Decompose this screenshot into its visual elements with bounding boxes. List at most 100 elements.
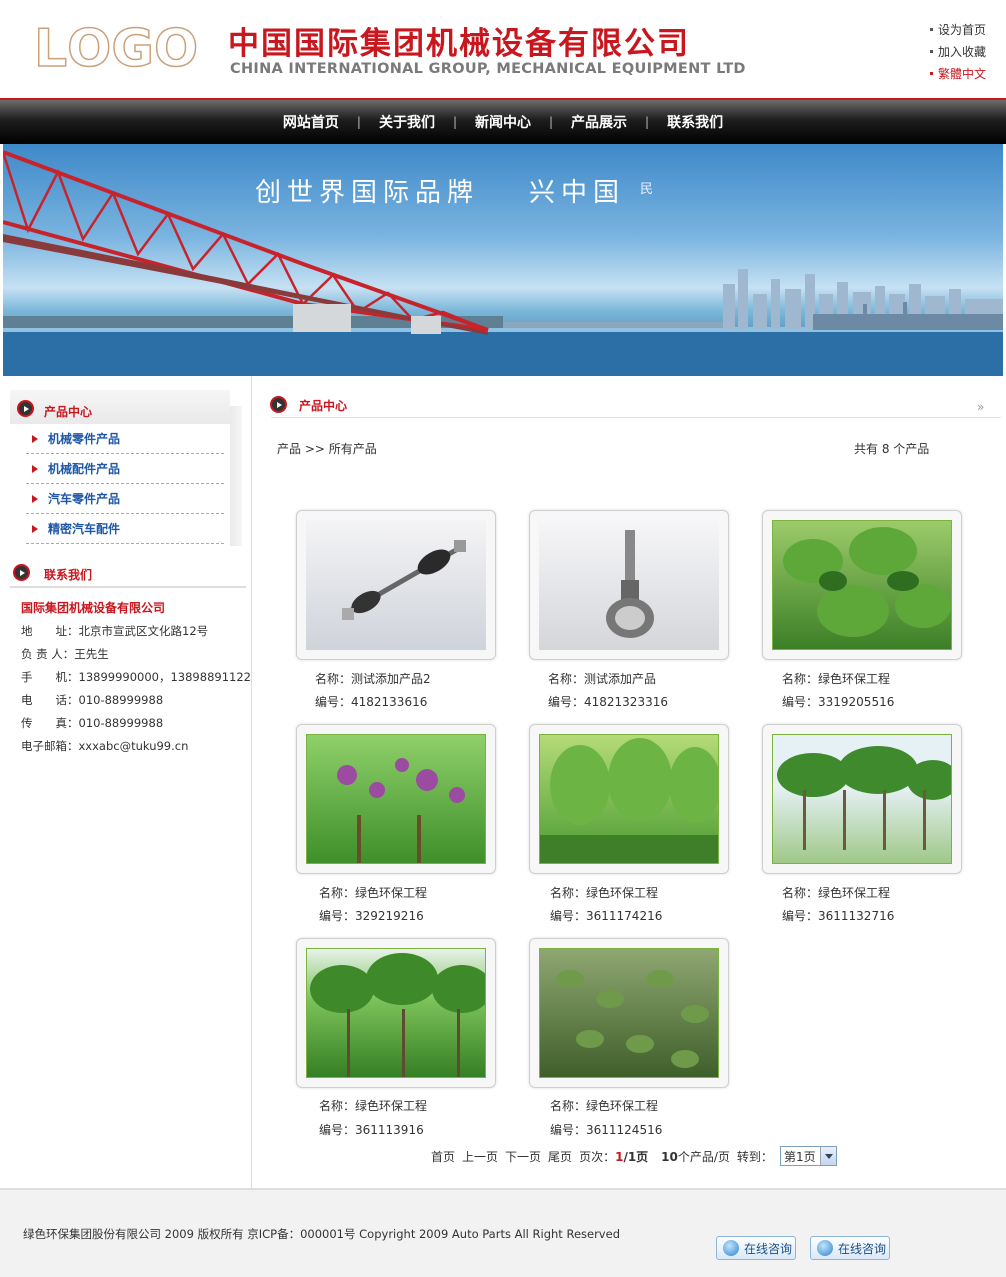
traditional-chinese-link[interactable]: 繁體中文	[930, 62, 1000, 84]
product-card[interactable]	[529, 938, 729, 1088]
circle-arrow-icon	[13, 564, 30, 581]
product-name[interactable]: 名称：绿色环保工程	[782, 670, 890, 687]
logo-letter: G	[111, 19, 155, 79]
product-name[interactable]: 名称：绿色环保工程	[550, 1097, 658, 1114]
banner-slogan: 创世界国际品牌	[255, 178, 480, 208]
section-title: 产品中心	[299, 399, 348, 413]
contact-address: 地 址：北京市宣武区文化路12号	[21, 624, 209, 638]
section-header	[271, 396, 1001, 418]
product-name[interactable]: 名称：绿色环保工程	[782, 884, 890, 901]
product-card[interactable]	[296, 724, 496, 874]
product-category-header	[10, 390, 230, 424]
bullet-icon	[930, 27, 933, 31]
per-page-info: 10个产品/页	[661, 1148, 730, 1165]
product-name[interactable]: 名称：测试添加产品2	[315, 670, 431, 687]
category-label: 机械零件产品	[48, 432, 121, 446]
nav-contact[interactable]: 联系我们	[649, 112, 741, 132]
goto-label: 转到：	[736, 1149, 773, 1164]
contact-person: 负 责 人：王先生	[21, 647, 109, 661]
company-name-en: CHINA INTERNATIONAL GROUP, MECHANICAL EQ…	[230, 61, 746, 77]
product-name[interactable]: 名称：绿色环保工程	[319, 1097, 427, 1114]
bridge-illustration	[3, 150, 1003, 376]
prev-page-link[interactable]: 上一页	[462, 1148, 498, 1165]
contact-company: 国际集团机械设备有限公司	[21, 601, 166, 615]
per-page-count: 10	[661, 1149, 678, 1164]
add-favorite-link[interactable]: 加入收藏	[930, 40, 1000, 62]
tall-trees-image	[306, 948, 486, 1078]
flowering-trees-image	[306, 734, 486, 864]
nav-about[interactable]: 关于我们	[361, 112, 453, 132]
link-label: 繁體中文	[938, 66, 987, 81]
contact-phone: 电 话：010-88999988	[21, 693, 164, 707]
nav-news[interactable]: 新闻中心	[457, 112, 549, 132]
site-footer: 绿色环保集团股份有限公司 2009 版权所有 京ICP备：000001号 Cop…	[0, 1188, 1006, 1277]
product-count: 共有 8 个产品	[854, 442, 930, 456]
drive-shaft-image	[306, 520, 486, 650]
product-card[interactable]	[529, 724, 729, 874]
set-homepage-link[interactable]: 设为首页	[930, 18, 1000, 40]
sidebar-item-precision-auto-parts[interactable]: 精密汽车配件	[26, 514, 224, 544]
product-center-title: 产品中心	[44, 405, 93, 419]
circle-arrow-icon	[270, 396, 287, 413]
copyright-text: 绿色环保集团股份有限公司 2009 版权所有 京ICP备：000001号 Cop…	[23, 1227, 620, 1241]
willow-trees-image	[539, 734, 719, 864]
main-nav: 网站首页 | 关于我们 | 新闻中心 | 产品展示 | 联系我们	[0, 98, 1006, 144]
banner-slogan: 兴中国	[529, 178, 626, 208]
more-icon[interactable]: »	[977, 400, 984, 414]
product-code: 编号：41821323316	[548, 695, 668, 709]
sidebar-item-auto-parts[interactable]: 汽车零件产品	[26, 484, 224, 514]
nav-home[interactable]: 网站首页	[265, 112, 357, 132]
circle-arrow-icon	[17, 400, 34, 417]
bullet-icon	[930, 49, 933, 53]
product-code: 编号：3319205516	[782, 695, 895, 709]
consult-label: 在线咨询	[838, 1241, 887, 1256]
cv-joint-image	[539, 520, 719, 650]
consult-label: 在线咨询	[744, 1241, 793, 1256]
product-code: 编号：329219216	[319, 909, 424, 923]
product-name[interactable]: 名称：绿色环保工程	[319, 884, 427, 901]
site-logo[interactable]: L O G O	[33, 19, 200, 79]
breadcrumb: 产品 >> 所有产品	[277, 442, 377, 456]
per-page-label: 个产品/页	[677, 1149, 730, 1164]
chat-person-icon	[723, 1240, 739, 1256]
online-consult-button[interactable]: 在线咨询	[716, 1236, 796, 1260]
logo-letter: L	[33, 19, 68, 79]
product-card[interactable]	[296, 938, 496, 1088]
triangle-right-icon	[32, 464, 38, 473]
product-card[interactable]	[762, 510, 962, 660]
product-card[interactable]	[296, 510, 496, 660]
left-sidebar: 产品中心 机械零件产品 机械配件产品 汽车零件产品 精密汽车配件 联系我们 国际…	[0, 376, 252, 1188]
product-card[interactable]	[762, 724, 962, 874]
chat-person-icon	[817, 1240, 833, 1256]
product-name[interactable]: 名称：测试添加产品	[548, 670, 656, 687]
contact-title: 联系我们	[44, 568, 93, 582]
next-page-link[interactable]: 下一页	[505, 1148, 541, 1165]
divider	[10, 586, 246, 588]
link-label: 加入收藏	[938, 44, 987, 59]
contact-email: 电子邮箱：xxxabc@tuku99.cn	[21, 739, 189, 753]
product-code: 编号：3611132716	[782, 909, 895, 923]
page-indicator: 页次：1/1页	[579, 1148, 648, 1165]
first-page-link[interactable]: 首页	[431, 1148, 455, 1165]
product-code: 编号：3611174216	[550, 909, 663, 923]
page-select[interactable]: 第1页	[779, 1146, 837, 1166]
sidebar-item-machine-accessories[interactable]: 机械配件产品	[26, 454, 224, 484]
triangle-right-icon	[32, 494, 38, 503]
last-page-link[interactable]: 尾页	[548, 1148, 572, 1165]
product-code: 编号：3611124516	[550, 1123, 663, 1137]
triangle-right-icon	[32, 434, 38, 443]
chevron-down-icon	[819, 1147, 836, 1165]
product-name[interactable]: 名称：绿色环保工程	[550, 884, 658, 901]
logo-letter: O	[66, 19, 112, 79]
sidebar-item-machine-parts[interactable]: 机械零件产品	[26, 424, 224, 454]
product-code: 编号：361113916	[319, 1123, 424, 1137]
nav-products[interactable]: 产品展示	[553, 112, 645, 132]
pagination: 首页 上一页 下一页 尾页 页次：1/1页 10个产品/页 转到： 第1页	[431, 1146, 837, 1166]
product-card[interactable]	[529, 510, 729, 660]
link-label: 设为首页	[938, 22, 987, 37]
banner-image: 创世界国际品牌 兴中国 民	[3, 144, 1003, 376]
online-consult-button[interactable]: 在线咨询	[810, 1236, 890, 1260]
company-name-cn: 中国国际集团机械设备有限公司	[228, 26, 690, 62]
banner-slogan: 民	[640, 182, 654, 197]
site-header: L O G O 中国国际集团机械设备有限公司 CHINA INTERNATION…	[0, 0, 1006, 100]
